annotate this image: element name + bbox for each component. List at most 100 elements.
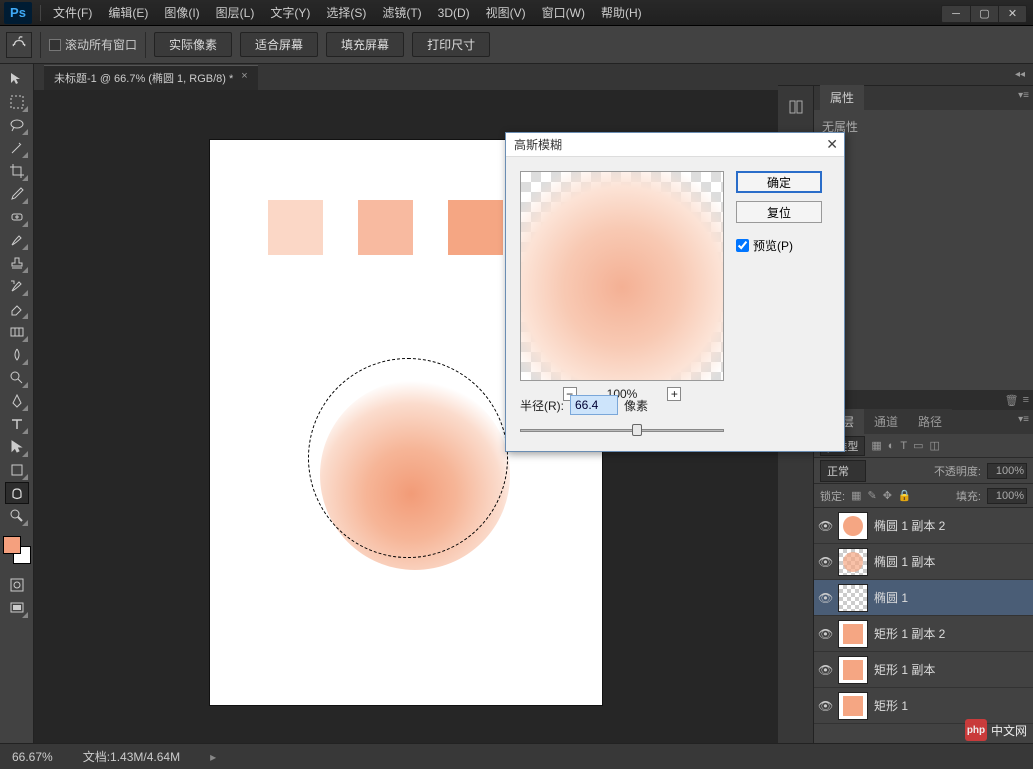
artwork-rect-1	[268, 200, 323, 255]
watermark-logo: php	[965, 719, 987, 741]
reset-button[interactable]: 复位	[736, 201, 822, 223]
filter-smart-icon[interactable]: ◫	[930, 439, 940, 452]
opacity-input[interactable]: 100%	[987, 463, 1027, 479]
radius-input[interactable]	[570, 395, 618, 415]
marquee-tool-icon[interactable]	[5, 91, 29, 113]
color-swatches[interactable]	[3, 536, 31, 564]
filter-type-icon[interactable]: T	[900, 440, 907, 452]
layer-name: 矩形 1	[874, 697, 908, 714]
dodge-tool-icon[interactable]	[5, 367, 29, 389]
wand-tool-icon[interactable]	[5, 137, 29, 159]
maximize-button[interactable]: ▢	[970, 6, 998, 22]
collapse-icon[interactable]: ◂◂	[1011, 68, 1029, 82]
dialog-close-icon[interactable]: ✕	[826, 136, 838, 153]
menu-file[interactable]: 文件(F)	[45, 4, 100, 21]
radius-slider[interactable]	[520, 423, 724, 437]
title-bar: Ps 文件(F) 编辑(E) 图像(I) 图层(L) 文字(Y) 选择(S) 滤…	[0, 0, 1033, 26]
lock-position-icon[interactable]: ✥	[883, 489, 892, 502]
preview-checkbox[interactable]: 预览(P)	[736, 237, 822, 254]
menu-filter[interactable]: 滤镜(T)	[374, 4, 429, 21]
fill-input[interactable]: 100%	[987, 488, 1027, 504]
brush-tool-icon[interactable]	[5, 229, 29, 251]
panel-menu-icon[interactable]: ≡	[1023, 394, 1029, 406]
menu-view[interactable]: 视图(V)	[478, 4, 534, 21]
ok-button[interactable]: 确定	[736, 171, 822, 193]
layer-item[interactable]: 👁 矩形 1 副本 2	[814, 616, 1033, 652]
foreground-color-swatch[interactable]	[3, 536, 21, 554]
crop-tool-icon[interactable]	[5, 160, 29, 182]
visibility-icon[interactable]: 👁	[818, 591, 832, 605]
visibility-icon[interactable]: 👁	[818, 519, 832, 533]
menu-edit[interactable]: 编辑(E)	[100, 4, 156, 21]
lasso-tool-icon[interactable]	[5, 114, 29, 136]
status-zoom[interactable]: 66.67%	[12, 750, 53, 764]
blur-tool-icon[interactable]	[5, 344, 29, 366]
menu-image[interactable]: 图像(I)	[156, 4, 207, 21]
app-logo: Ps	[4, 2, 32, 24]
hand-tool-icon[interactable]	[5, 482, 29, 504]
lock-all-icon[interactable]: 🔒	[898, 489, 912, 502]
lock-pixels-icon[interactable]: ✎	[867, 489, 876, 502]
minimize-button[interactable]: ─	[942, 6, 970, 22]
lock-transparency-icon[interactable]: ▦	[851, 489, 861, 502]
layer-thumb	[838, 548, 868, 576]
properties-tab[interactable]: 属性	[820, 85, 864, 110]
filter-shape-icon[interactable]: ▭	[913, 439, 923, 452]
dock-collapse-strip[interactable]: ◂◂	[778, 64, 1033, 86]
menu-window[interactable]: 窗口(W)	[534, 4, 593, 21]
status-doc-info[interactable]: 文档:1.43M/4.64M	[83, 748, 180, 765]
fill-screen-button[interactable]: 填充屏幕	[326, 32, 404, 57]
menu-3d[interactable]: 3D(D)	[430, 6, 478, 20]
menu-type[interactable]: 文字(Y)	[262, 4, 318, 21]
fit-screen-button[interactable]: 适合屏幕	[240, 32, 318, 57]
channels-tab[interactable]: 通道	[864, 409, 908, 434]
document-tab[interactable]: 未标题-1 @ 66.7% (椭圆 1, RGB/8) * ×	[44, 65, 258, 90]
paths-tab[interactable]: 路径	[908, 409, 952, 434]
trash-icon[interactable]: 🗑	[1005, 394, 1019, 407]
type-tool-icon[interactable]	[5, 413, 29, 435]
slider-thumb[interactable]	[632, 424, 642, 436]
layer-item[interactable]: 👁 椭圆 1	[814, 580, 1033, 616]
blend-mode-select[interactable]: 正常	[820, 460, 866, 482]
properties-dock-icon[interactable]	[784, 96, 808, 118]
move-tool-icon[interactable]	[5, 68, 29, 90]
layer-name: 椭圆 1	[874, 589, 908, 606]
actual-pixels-button[interactable]: 实际像素	[154, 32, 232, 57]
visibility-icon[interactable]: 👁	[818, 663, 832, 677]
opacity-label: 不透明度:	[934, 463, 981, 479]
layers-panel-menu-icon[interactable]: ▾≡	[1018, 414, 1029, 425]
visibility-icon[interactable]: 👁	[818, 699, 832, 713]
healing-tool-icon[interactable]	[5, 206, 29, 228]
panel-menu-icon[interactable]: ▾≡	[1018, 90, 1029, 101]
zoom-tool-icon[interactable]	[5, 505, 29, 527]
filter-pixel-icon[interactable]: ▦	[871, 439, 881, 452]
quickmask-icon[interactable]	[5, 574, 29, 596]
visibility-icon[interactable]: 👁	[818, 627, 832, 641]
eyedropper-tool-icon[interactable]	[5, 183, 29, 205]
visibility-icon[interactable]: 👁	[818, 555, 832, 569]
menu-select[interactable]: 选择(S)	[318, 4, 374, 21]
zoom-in-button[interactable]: +	[667, 387, 681, 401]
print-size-button[interactable]: 打印尺寸	[412, 32, 490, 57]
stamp-tool-icon[interactable]	[5, 252, 29, 274]
layer-item[interactable]: 👁 矩形 1 副本	[814, 652, 1033, 688]
filter-adjust-icon[interactable]: ◐	[888, 440, 895, 452]
path-select-tool-icon[interactable]	[5, 436, 29, 458]
dialog-titlebar[interactable]: 高斯模糊 ✕	[506, 133, 844, 157]
gradient-tool-icon[interactable]	[5, 321, 29, 343]
close-button[interactable]: ✕	[998, 6, 1026, 22]
watermark-text: 中文网	[991, 722, 1027, 739]
layer-item[interactable]: 👁 椭圆 1 副本	[814, 544, 1033, 580]
menu-help[interactable]: 帮助(H)	[593, 4, 650, 21]
active-tool-icon[interactable]	[6, 32, 32, 58]
blur-preview[interactable]	[520, 171, 724, 381]
history-brush-tool-icon[interactable]	[5, 275, 29, 297]
pen-tool-icon[interactable]	[5, 390, 29, 412]
eraser-tool-icon[interactable]	[5, 298, 29, 320]
screenmode-icon[interactable]	[5, 597, 29, 619]
layer-item[interactable]: 👁 椭圆 1 副本 2	[814, 508, 1033, 544]
menu-layer[interactable]: 图层(L)	[208, 4, 263, 21]
scroll-all-checkbox[interactable]: 滚动所有窗口	[49, 36, 137, 53]
close-tab-icon[interactable]: ×	[241, 70, 247, 86]
shape-tool-icon[interactable]	[5, 459, 29, 481]
